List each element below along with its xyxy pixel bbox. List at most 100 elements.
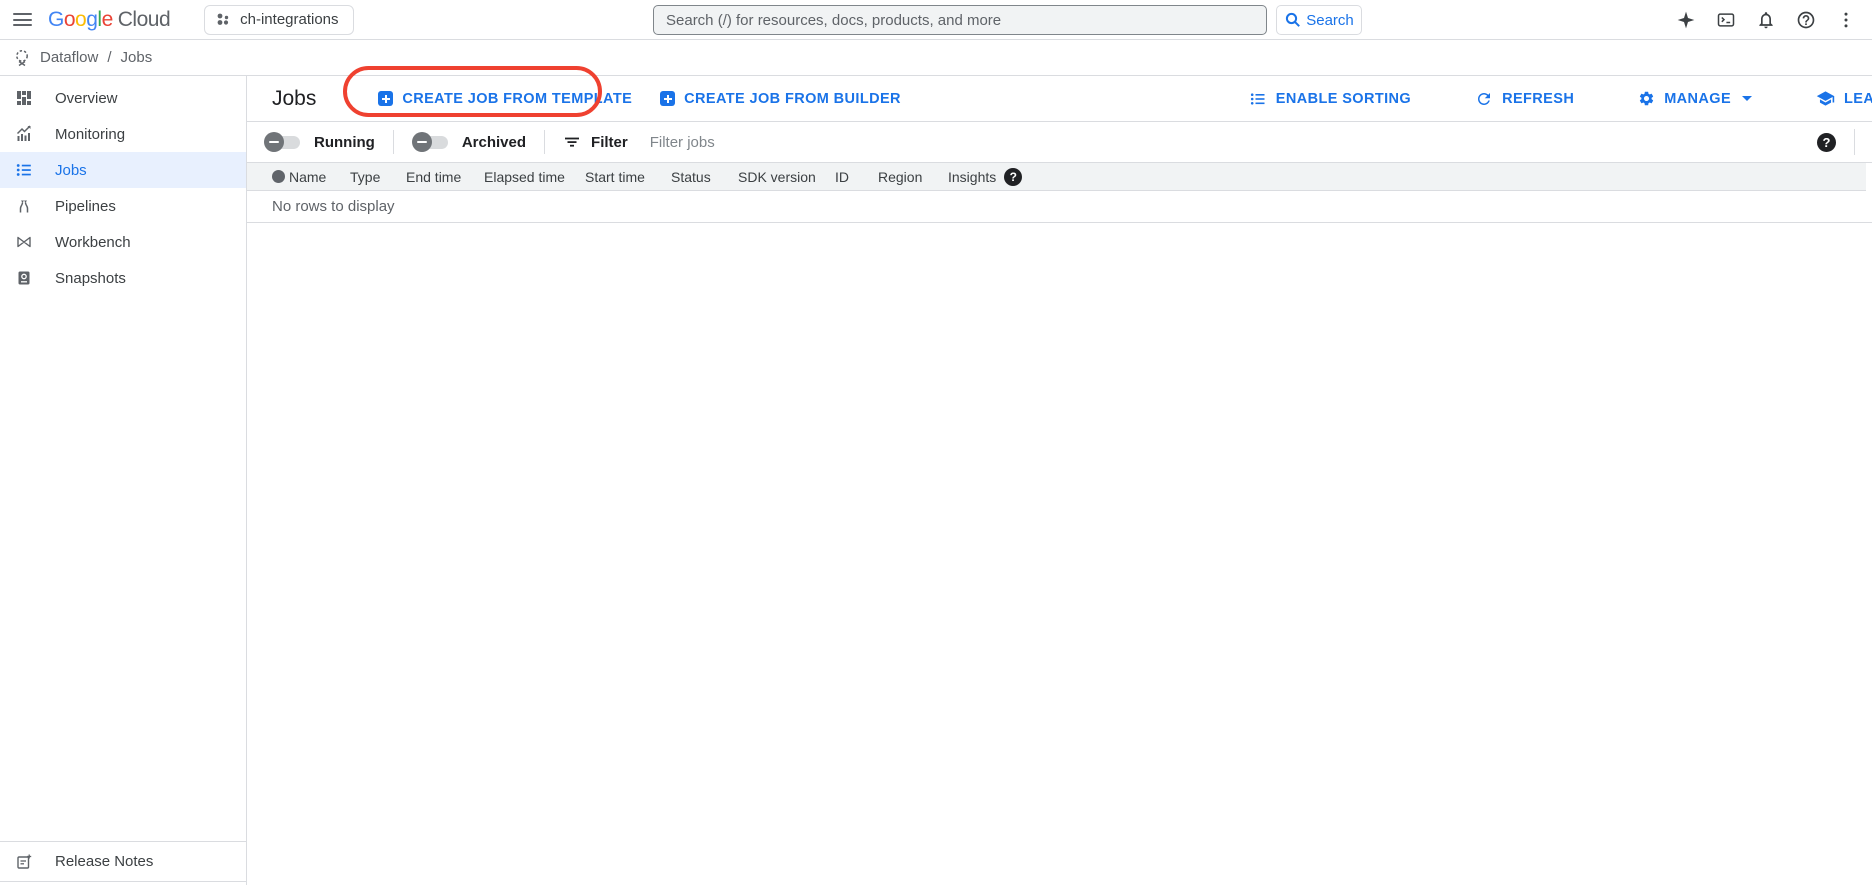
workbench-icon (15, 233, 33, 251)
project-name: ch-integrations (240, 11, 338, 28)
breadcrumb: Dataflow / Jobs (0, 40, 1872, 76)
cloud-shell-icon[interactable] (1716, 10, 1736, 30)
sidebar-item-monitoring[interactable]: Monitoring (0, 116, 246, 152)
logo-cloud-text: Cloud (118, 8, 170, 32)
toggle-knob (412, 132, 432, 152)
sidebar-item-label: Overview (55, 90, 118, 107)
refresh-icon (1475, 90, 1493, 108)
app-header: Google Cloud ch-integrations Search (0, 0, 1872, 40)
dataflow-icon (13, 49, 31, 67)
column-header-status[interactable]: Status (671, 169, 738, 185)
create-job-from-template-button[interactable]: CREATE JOB FROM TEMPLATE (378, 91, 632, 107)
insights-label: Insights (948, 169, 996, 185)
logo-letter: o (64, 8, 75, 32)
create-job-from-template-label: CREATE JOB FROM TEMPLATE (402, 91, 632, 107)
plus-box-icon (660, 91, 675, 106)
sidebar-footer: Release Notes (0, 841, 246, 882)
sidebar-item-overview[interactable]: Overview (0, 80, 246, 116)
column-header-sdk-version[interactable]: SDK version (738, 169, 835, 185)
pipelines-icon (15, 197, 33, 215)
manage-label: MANAGE (1664, 91, 1731, 107)
sidebar-item-label: Snapshots (55, 270, 126, 287)
graduation-cap-icon (1816, 89, 1835, 108)
archived-toggle[interactable] (412, 132, 450, 152)
archived-toggle-label: Archived (462, 134, 526, 151)
project-icon (215, 12, 231, 28)
logo-letter: G (48, 8, 64, 32)
sidebar-item-label: Monitoring (55, 126, 125, 143)
breadcrumb-product[interactable]: Dataflow (40, 49, 98, 66)
gear-icon (1638, 90, 1655, 107)
sidebar-item-label: Release Notes (55, 853, 153, 870)
hamburger-bars (13, 10, 32, 30)
toggle-knob (264, 132, 284, 152)
sort-list-icon (1249, 90, 1267, 108)
global-search[interactable] (653, 5, 1267, 35)
enable-sorting-button[interactable]: ENABLE SORTING (1249, 90, 1411, 108)
filter-jobs-input[interactable]: Filter jobs (650, 134, 715, 151)
logo-letter: g (86, 8, 97, 32)
column-header-type[interactable]: Type (350, 169, 406, 185)
filter-help-icon[interactable]: ? (1817, 133, 1836, 152)
sidebar: Overview Monitoring Jobs (0, 76, 247, 885)
divider (393, 130, 394, 154)
create-job-from-builder-label: CREATE JOB FROM BUILDER (684, 91, 901, 107)
sidebar-item-pipelines[interactable]: Pipelines (0, 188, 246, 224)
notifications-icon[interactable] (1756, 10, 1776, 30)
sidebar-item-label: Workbench (55, 234, 131, 251)
filter-bar: Running Archived Filter Filter jobs ? (247, 122, 1872, 163)
jobs-toolbar: Jobs CREATE JOB FROM TEMPLATE CREATE JOB… (247, 76, 1872, 122)
toolbar-right-actions: ENABLE SORTING REFRESH MANAGE (1249, 76, 1872, 121)
search-input[interactable] (666, 12, 1254, 29)
column-header-elapsed-time[interactable]: Elapsed time (484, 169, 585, 185)
column-header-start-time[interactable]: Start time (585, 169, 671, 185)
gemini-icon[interactable] (1676, 10, 1696, 30)
page-title: Jobs (272, 87, 316, 111)
enable-sorting-label: ENABLE SORTING (1276, 91, 1411, 107)
column-header-name[interactable]: Name (289, 169, 350, 185)
monitoring-icon (15, 125, 33, 143)
header-icons (1676, 0, 1856, 40)
plus-box-icon (378, 91, 393, 106)
more-vert-icon[interactable] (1836, 10, 1856, 30)
search-button[interactable]: Search (1276, 5, 1362, 35)
release-notes-icon (15, 853, 33, 871)
column-header-region[interactable]: Region (878, 169, 948, 185)
filter-label: Filter (591, 134, 628, 151)
no-rows-text: No rows to display (272, 198, 395, 215)
jobs-table-header: Name Type End time Elapsed time Start ti… (247, 163, 1866, 191)
sidebar-item-snapshots[interactable]: Snapshots (0, 260, 246, 296)
sidebar-item-label: Pipelines (55, 198, 116, 215)
refresh-label: REFRESH (1502, 91, 1574, 107)
project-selector[interactable]: ch-integrations (204, 5, 353, 35)
google-cloud-logo: Google Cloud (48, 8, 170, 32)
insights-help-icon[interactable]: ? (1004, 168, 1022, 186)
refresh-button[interactable]: REFRESH (1475, 90, 1574, 108)
search-button-label: Search (1306, 12, 1354, 29)
running-toggle[interactable] (264, 132, 302, 152)
chevron-down-icon (1742, 96, 1752, 101)
sidebar-item-release-notes[interactable]: Release Notes (0, 842, 246, 881)
divider (1854, 129, 1855, 155)
main-content: Jobs CREATE JOB FROM TEMPLATE CREATE JOB… (247, 76, 1872, 885)
sidebar-item-workbench[interactable]: Workbench (0, 224, 246, 260)
learn-button[interactable]: LEARN (1816, 89, 1872, 108)
overview-icon (15, 89, 33, 107)
running-toggle-label: Running (314, 134, 375, 151)
column-header-end-time[interactable]: End time (406, 169, 484, 185)
empty-table-message: No rows to display (247, 191, 1872, 223)
jobs-list-icon (15, 161, 33, 179)
column-header-id[interactable]: ID (835, 169, 878, 185)
menu-icon[interactable] (0, 0, 44, 40)
sidebar-item-jobs[interactable]: Jobs (0, 152, 246, 188)
divider (544, 130, 545, 154)
status-dot-icon (272, 170, 285, 183)
create-job-from-builder-button[interactable]: CREATE JOB FROM BUILDER (660, 91, 901, 107)
column-header-insights[interactable]: Insights ? (948, 168, 1022, 186)
breadcrumb-separator: / (107, 49, 111, 66)
learn-label: LEARN (1844, 91, 1872, 107)
help-icon[interactable] (1796, 10, 1816, 30)
manage-button[interactable]: MANAGE (1638, 90, 1752, 107)
filter-icon (563, 133, 581, 151)
breadcrumb-page[interactable]: Jobs (121, 49, 153, 66)
